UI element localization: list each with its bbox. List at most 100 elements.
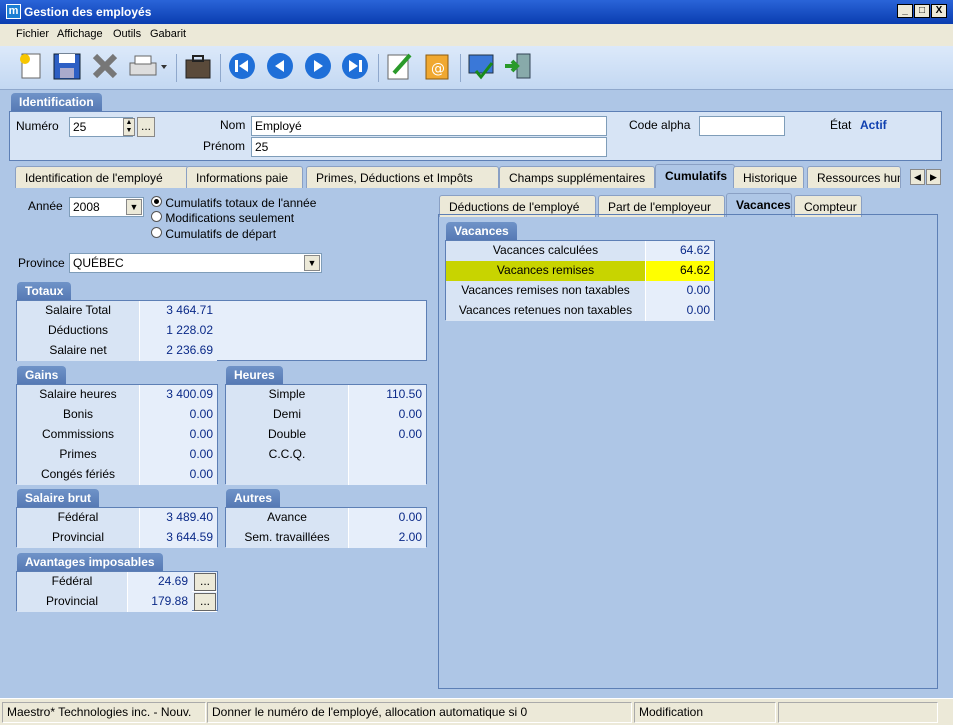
gains-row: Bonis 0.00 [17,405,217,425]
briefcase-icon[interactable] [183,51,213,83]
validate-icon[interactable] [466,51,496,83]
totaux-group: Salaire Total 3 464.71 Déductions 1 228.02… [16,300,427,361]
row-value: 110.50 [349,385,426,405]
heures-title: Heures [226,366,283,385]
province-dropdown-icon[interactable]: ▼ [304,255,320,271]
avantages-federal-button[interactable]: ... [194,573,216,591]
numero-spinner[interactable]: ▲ ▼ [123,118,135,136]
save-icon[interactable] [52,51,82,83]
heures-row: C.C.Q. [226,445,426,465]
menu-affichage[interactable]: Affichage [57,28,103,40]
tab-historique[interactable]: Historique [733,166,804,188]
tab-identification-employe[interactable]: Identification de l'employé [15,166,189,188]
tab-champs-supplementaires[interactable]: Champs supplémentaires [499,166,655,188]
row-label: Vacances retenues non taxables [446,301,646,321]
status-hint: Donner le numéro de l'employé, allocatio… [207,702,632,723]
etat-value: Actif [860,118,887,132]
notes-icon[interactable] [384,51,414,83]
row-label: Bonis [17,405,140,425]
minimize-button[interactable]: _ [897,4,913,18]
province-label: Province [18,256,65,270]
radio-cumulatifs-totaux[interactable]: Cumulatifs totaux de l'année [151,196,316,210]
print-icon[interactable] [127,51,167,83]
row-label: Provincial [17,592,128,612]
restore-button[interactable]: □ [914,4,930,18]
totaux-row: Salaire net 2 236.69 [17,341,217,361]
first-record-icon[interactable] [227,51,257,83]
row-label: Déductions [17,321,140,341]
autres-group: Avance 0.00 Sem. travaillées 2.00 [225,507,427,548]
province-value: QUÉBEC [73,256,124,270]
code-alpha-label: Code alpha [629,118,691,132]
row-label: Vacances remises non taxables [446,281,646,301]
avantages-group: Fédéral 24.69... Provincial 179.88... [16,571,218,612]
row-label: Fédéral [17,572,128,592]
address-book-icon[interactable]: @ [422,51,452,83]
tab-primes-deductions[interactable]: Primes, Déductions et Impôts [306,166,499,188]
row-value: 0.00 [140,405,217,425]
title-bar: m Gestion des employés _ □ X [0,0,953,24]
vacances-row: Vacances calculées 64.62 [446,241,714,261]
annee-value: 2008 [73,200,100,214]
row-label: C.C.Q. [226,445,349,465]
menu-bar: Fichier Affichage Outils Gabarit [0,24,953,46]
radio-modifications[interactable]: Modifications seulement [151,211,294,225]
annee-dropdown-icon[interactable]: ▼ [126,199,142,215]
gains-row: Salaire heures 3 400.09 [17,385,217,405]
row-value: 3 464.71 [140,301,217,321]
row-label: Commissions [17,425,140,445]
nom-input[interactable]: Employé [251,116,607,136]
close-button[interactable]: X [931,4,947,18]
row-label [226,465,349,485]
gains-group: Salaire heures 3 400.09 Bonis 0.00 Commiss… [16,384,218,485]
row-value: 64.62 [646,241,714,261]
row-value: 0.00 [140,465,217,485]
tab-ressources-humaines[interactable]: Ressources hum [807,166,901,188]
row-value: 1 228.02 [140,321,217,341]
next-record-icon[interactable] [303,51,333,83]
delete-icon[interactable] [90,51,120,83]
previous-record-icon[interactable] [265,51,295,83]
code-alpha-input[interactable] [699,116,785,136]
row-value: 0.00 [140,445,217,465]
heures-row: Double 0.00 [226,425,426,445]
row-value: 0.00 [646,281,714,301]
radio-cumulatifs-depart[interactable]: Cumulatifs de départ [151,227,276,241]
exit-icon[interactable] [503,51,533,83]
row-value: 64.62 [646,261,714,281]
radio-icon [151,227,162,238]
province-select[interactable]: QUÉBEC [69,253,322,273]
prenom-input[interactable]: 25 [251,137,607,157]
row-label: Salaire heures [17,385,140,405]
row-value: 3 644.59 [140,528,217,548]
row-label: Fédéral [17,508,140,528]
row-value: 0.00 [646,301,714,321]
etat-label: État [830,118,852,132]
row-label: Congés fériés [17,465,140,485]
heures-row: Simple 110.50 [226,385,426,405]
menu-fichier[interactable]: Fichier [16,28,49,40]
avantages-provincial-button[interactable]: ... [194,593,216,611]
new-document-icon[interactable] [16,51,46,83]
numero-lookup-button[interactable]: ... [137,117,155,137]
status-bar: Maestro* Technologies inc. - Nouv. Donne… [0,698,953,725]
avantages-title: Avantages imposables [17,553,163,572]
menu-outils[interactable]: Outils [113,28,141,40]
tab-cumulatifs[interactable]: Cumulatifs [655,164,735,188]
radio-icon [151,211,162,222]
tab-informations-paie[interactable]: Informations paie [186,166,303,188]
salaire-brut-row: Fédéral 3 489.40 [17,508,217,528]
tab-scroll-right-icon[interactable]: ▶ [926,169,941,185]
last-record-icon[interactable] [340,51,370,83]
autres-title: Autres [226,489,281,508]
row-label: Demi [226,405,349,425]
row-value: 179.88 [128,592,192,612]
vacances-row-selected[interactable]: Vacances remises 64.62 [446,261,714,281]
row-value: 24.69 [128,572,192,592]
salaire-brut-title: Salaire brut [17,489,100,508]
autres-row: Avance 0.00 [226,508,426,528]
tab-scroll-left-icon[interactable]: ◀ [910,169,925,185]
row-label: Primes [17,445,140,465]
row-label: Vacances remises [446,261,646,281]
menu-gabarit[interactable]: Gabarit [150,28,186,40]
